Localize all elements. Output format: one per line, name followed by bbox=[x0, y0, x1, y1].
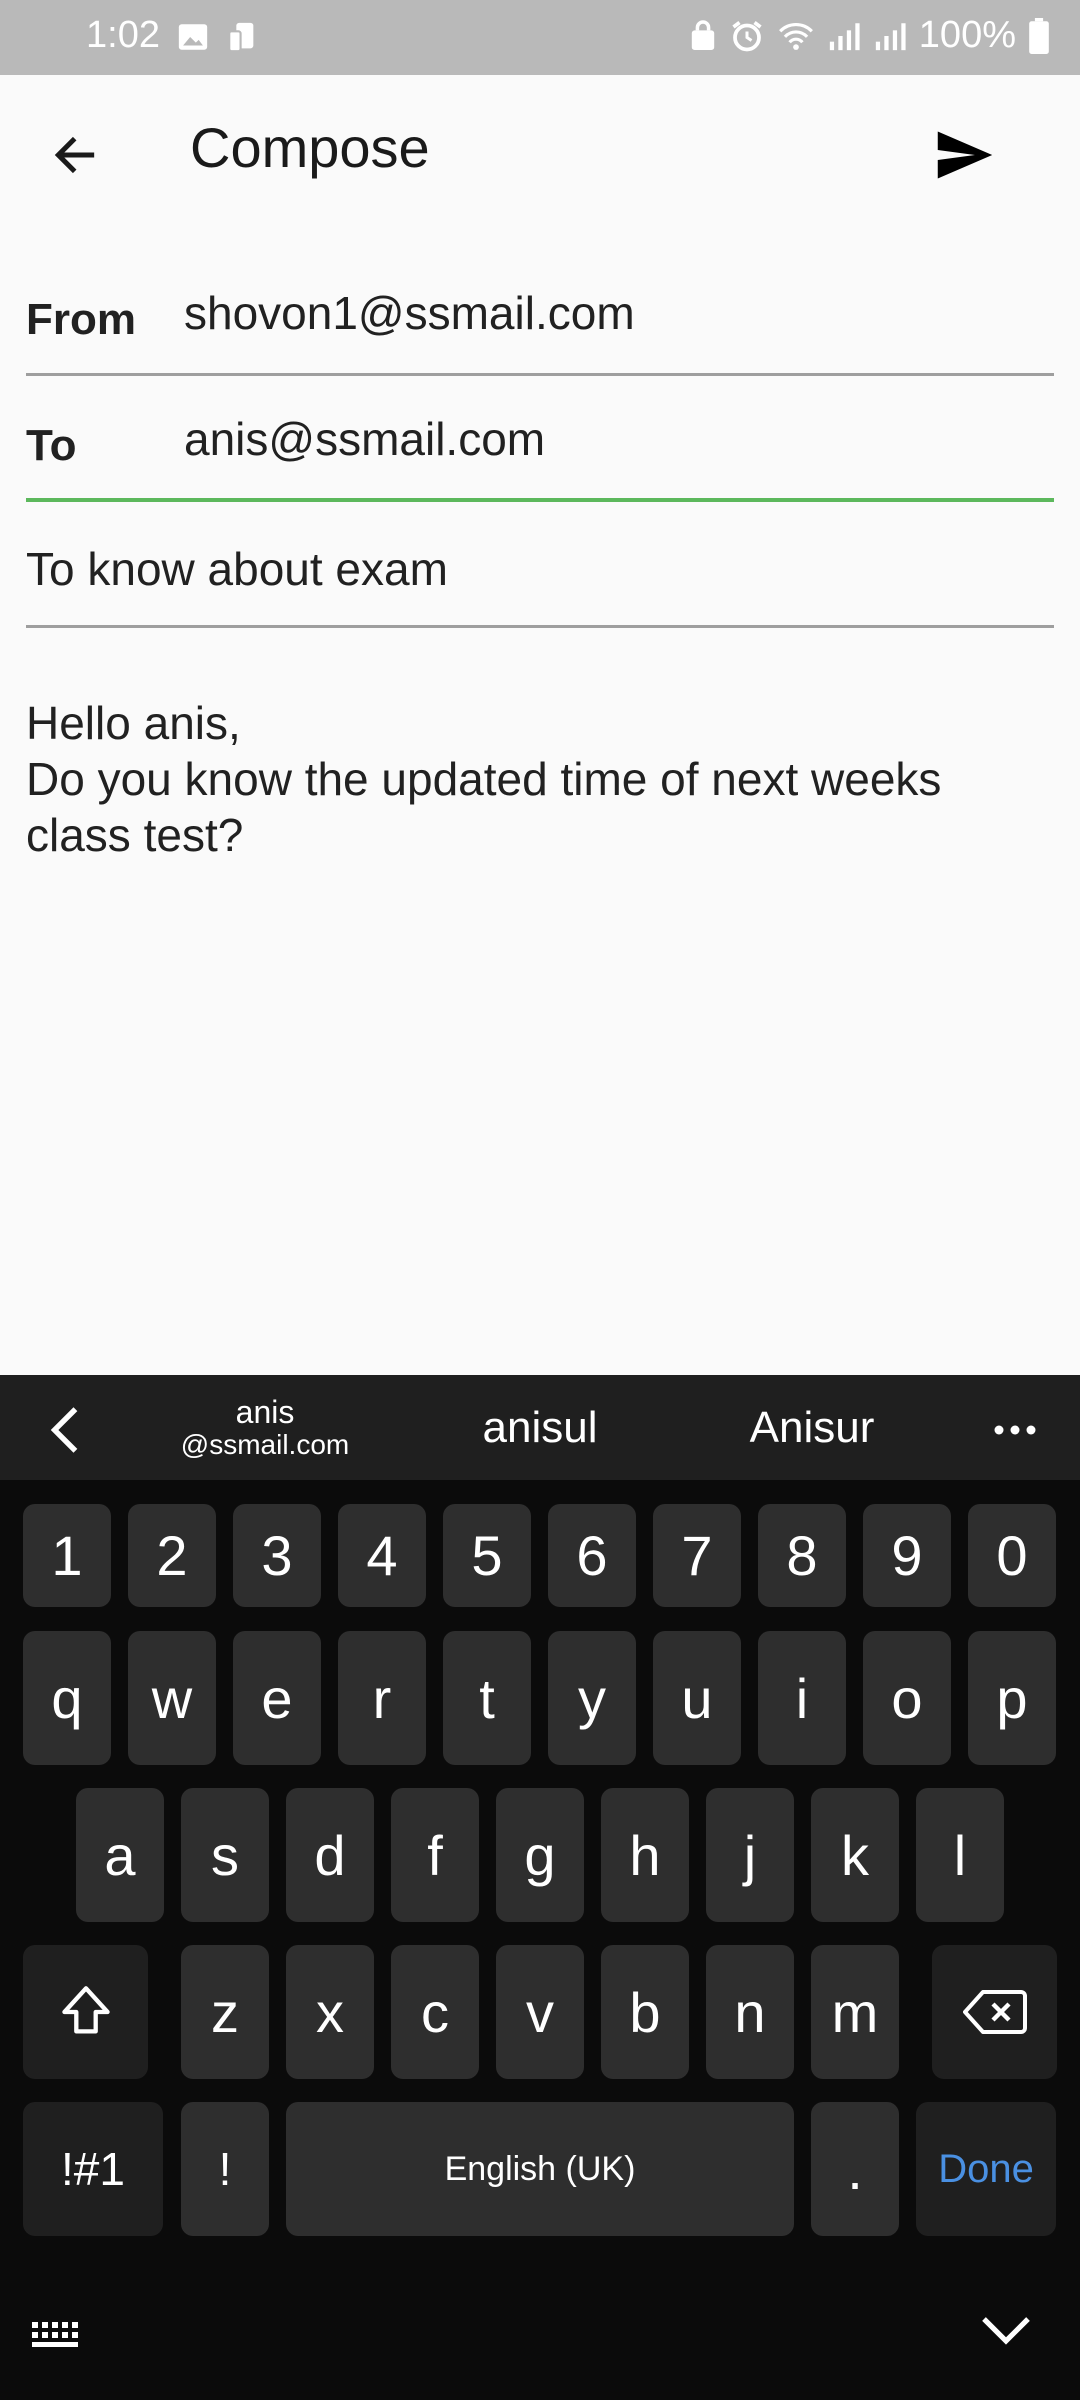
key-g[interactable]: g bbox=[496, 1788, 584, 1922]
to-field[interactable]: To anis@ssmail.com bbox=[26, 376, 1054, 502]
key-8[interactable]: 8 bbox=[758, 1504, 846, 1607]
key-f[interactable]: f bbox=[391, 1788, 479, 1922]
status-right: 100% bbox=[689, 14, 1050, 57]
status-time: 1:02 bbox=[86, 14, 160, 56]
key-s[interactable]: s bbox=[181, 1788, 269, 1922]
wifi-icon bbox=[778, 22, 813, 50]
keyboard-icon bbox=[32, 2322, 78, 2347]
suggestion-2[interactable]: anisul bbox=[440, 1403, 640, 1453]
key-e[interactable]: e bbox=[233, 1631, 321, 1765]
to-label: To bbox=[26, 421, 77, 470]
more-suggestions-button[interactable] bbox=[980, 1405, 1050, 1455]
period-key[interactable]: . bbox=[811, 2102, 899, 2236]
body-line: class test? bbox=[26, 809, 244, 861]
key-6[interactable]: 6 bbox=[548, 1504, 636, 1607]
from-value[interactable]: shovon1@ssmail.com bbox=[184, 286, 635, 340]
key-l[interactable]: l bbox=[916, 1788, 1004, 1922]
page-title: Compose bbox=[190, 116, 430, 179]
lock-icon bbox=[691, 19, 714, 50]
status-left-icons bbox=[176, 20, 260, 54]
key-u[interactable]: u bbox=[653, 1631, 741, 1765]
body-line: Do you know the updated time of next wee… bbox=[26, 753, 942, 805]
chevron-left-icon bbox=[50, 1407, 78, 1453]
more-dots-icon bbox=[994, 1425, 1036, 1435]
key-c[interactable]: c bbox=[391, 1945, 479, 2079]
suggestion-bar: anis @ssmail.com anisul Anisur bbox=[0, 1375, 1080, 1480]
suggestion-1[interactable]: anis @ssmail.com bbox=[165, 1395, 365, 1461]
key-4[interactable]: 4 bbox=[338, 1504, 426, 1607]
key-a[interactable]: a bbox=[76, 1788, 164, 1922]
message-body[interactable]: Hello anis, Do you know the updated time… bbox=[26, 695, 1054, 863]
app-bar: Compose bbox=[0, 75, 1080, 225]
key-1[interactable]: 1 bbox=[23, 1504, 111, 1607]
key-d[interactable]: d bbox=[286, 1788, 374, 1922]
key-h[interactable]: h bbox=[601, 1788, 689, 1922]
image-icon bbox=[178, 24, 208, 50]
key-w[interactable]: w bbox=[128, 1631, 216, 1765]
key-z[interactable]: z bbox=[181, 1945, 269, 2079]
key-q[interactable]: q bbox=[23, 1631, 111, 1765]
body-line: Hello anis, bbox=[26, 697, 241, 749]
key-n[interactable]: n bbox=[706, 1945, 794, 2079]
battery-percent: 100% bbox=[918, 14, 1016, 56]
symbols-key[interactable]: !#1 bbox=[23, 2102, 163, 2236]
key-k[interactable]: k bbox=[811, 1788, 899, 1922]
space-key[interactable]: English (UK) bbox=[286, 2102, 794, 2236]
chevron-down-icon bbox=[982, 2317, 1030, 2345]
hide-keyboard-button[interactable] bbox=[980, 2315, 1040, 2355]
subject-field[interactable]: To know about exam bbox=[26, 502, 1054, 628]
send-button[interactable] bbox=[920, 110, 1010, 200]
backspace-key[interactable] bbox=[932, 1945, 1057, 2079]
key-p[interactable]: p bbox=[968, 1631, 1056, 1765]
signal-icon bbox=[829, 22, 860, 50]
back-button[interactable] bbox=[30, 110, 120, 200]
send-icon bbox=[937, 131, 993, 179]
key-y[interactable]: y bbox=[548, 1631, 636, 1765]
shift-key[interactable] bbox=[23, 1945, 148, 2079]
phone-transfer-icon bbox=[228, 22, 254, 53]
backspace-icon bbox=[962, 1990, 1027, 2034]
key-v[interactable]: v bbox=[496, 1945, 584, 2079]
key-2[interactable]: 2 bbox=[128, 1504, 216, 1607]
key-5[interactable]: 5 bbox=[443, 1504, 531, 1607]
key-m[interactable]: m bbox=[811, 1945, 899, 2079]
key-3[interactable]: 3 bbox=[233, 1504, 321, 1607]
from-field[interactable]: From shovon1@ssmail.com bbox=[26, 250, 1054, 376]
exclamation-key[interactable]: ! bbox=[181, 2102, 269, 2236]
key-9[interactable]: 9 bbox=[863, 1504, 951, 1607]
key-i[interactable]: i bbox=[758, 1631, 846, 1765]
battery-icon bbox=[1029, 17, 1049, 54]
status-bar: 1:02 100% bbox=[0, 0, 1080, 75]
suggestion-1-line2: @ssmail.com bbox=[180, 1429, 350, 1460]
suggestion-back-button[interactable] bbox=[30, 1395, 100, 1465]
key-o[interactable]: o bbox=[863, 1631, 951, 1765]
key-0[interactable]: 0 bbox=[968, 1504, 1056, 1607]
arrow-left-icon bbox=[54, 136, 95, 174]
key-b[interactable]: b bbox=[601, 1945, 689, 2079]
signal-icon bbox=[875, 22, 906, 50]
key-t[interactable]: t bbox=[443, 1631, 531, 1765]
from-label: From bbox=[26, 295, 136, 344]
key-x[interactable]: x bbox=[286, 1945, 374, 2079]
shift-icon bbox=[61, 1986, 110, 2034]
keyboard-switch-button[interactable] bbox=[30, 2320, 90, 2360]
alarm-icon bbox=[732, 20, 762, 51]
key-7[interactable]: 7 bbox=[653, 1504, 741, 1607]
key-j[interactable]: j bbox=[706, 1788, 794, 1922]
subject-input[interactable]: To know about exam bbox=[26, 542, 448, 596]
suggestion-3[interactable]: Anisur bbox=[712, 1403, 912, 1453]
keyboard: anis @ssmail.com anisul Anisur 1 2 3 4 5… bbox=[0, 1375, 1080, 2400]
suggestion-1-line1: anis bbox=[235, 1394, 295, 1430]
key-r[interactable]: r bbox=[338, 1631, 426, 1765]
done-key[interactable]: Done bbox=[916, 2102, 1056, 2236]
to-input[interactable]: anis@ssmail.com bbox=[184, 412, 545, 466]
